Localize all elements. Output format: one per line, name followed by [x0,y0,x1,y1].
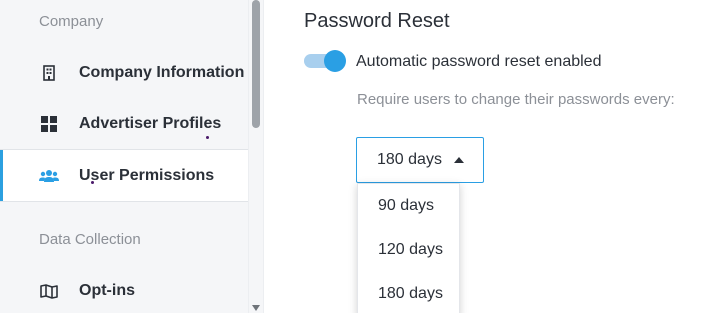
section-title: Password Reset [304,10,450,32]
option-label: 180 days [378,285,443,302]
dropdown-option[interactable]: 180 days [358,272,461,313]
option-label: 120 days [378,241,443,258]
sidebar-item-label: User Permissions [79,166,215,184]
users-icon [39,166,59,186]
cursor-dot [91,181,94,184]
sidebar-item-company-information[interactable]: Company Information [0,48,248,98]
reset-interval-hint: Require users to change their passwords … [357,91,675,108]
sidebar-item-label: Opt-ins [79,282,135,299]
reset-interval-dropdown: 90 days 120 days 180 days [357,183,460,313]
map-icon [39,281,59,301]
section-label-data-collection: Data Collection [39,231,141,248]
scroll-down-arrow-icon[interactable] [252,305,260,311]
caret-up-icon [454,157,464,163]
sidebar-item-label: Company Information [79,64,245,81]
dropdown-option[interactable]: 90 days [358,184,461,228]
scrollbar-thumb[interactable] [252,0,260,128]
dropdown-option[interactable]: 120 days [358,228,461,272]
cursor-dot [206,136,209,139]
sidebar-item-advertiser-profiles[interactable]: Advertiser Profiles [0,99,248,149]
grid-icon [39,114,59,134]
auto-reset-toggle[interactable] [304,50,346,72]
building-icon [39,63,59,83]
option-label: 90 days [378,197,435,214]
section-label-company: Company [39,13,104,30]
toggle-label: Automatic password reset enabled [356,53,602,70]
sidebar-item-label: Advertiser Profiles [79,115,222,132]
sidebar-item-opt-ins[interactable]: Opt-ins [0,266,248,313]
toggle-knob [324,50,346,72]
select-value: 180 days [377,151,442,168]
reset-interval-select[interactable]: 180 days [356,137,484,183]
sidebar-scrollbar[interactable] [248,0,263,313]
sidebar: Company Company Information Advertiser P… [0,0,248,313]
divider [263,0,264,313]
sidebar-item-user-permissions[interactable]: User Permissions [0,149,248,202]
